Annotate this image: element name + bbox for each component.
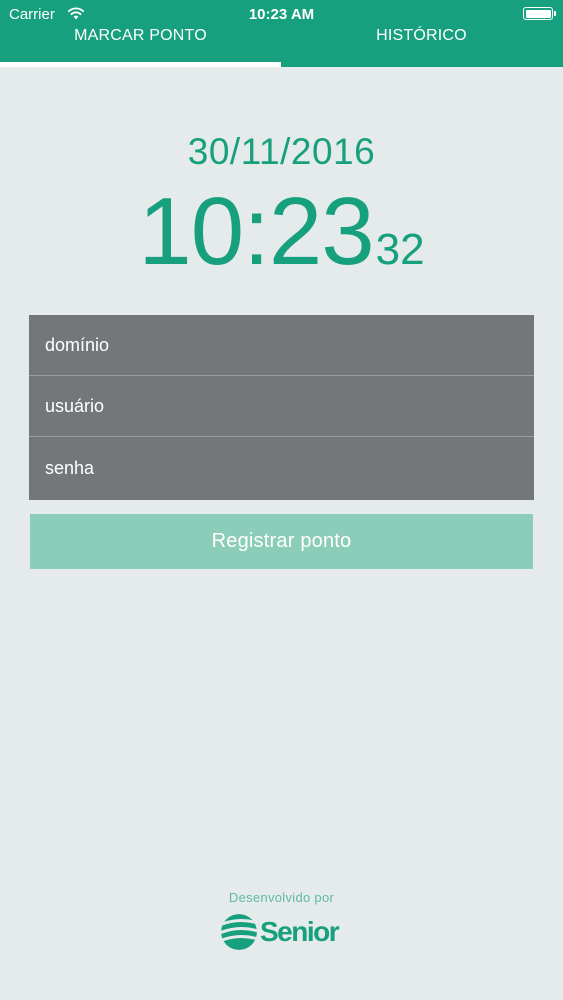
current-date: 30/11/2016 [187, 131, 376, 172]
user-input[interactable] [45, 395, 515, 417]
status-bar: Carrier 10:23 AM [0, 0, 563, 28]
password-input[interactable] [45, 458, 515, 479]
time-seconds: 32 [375, 225, 425, 274]
domain-field-row [29, 315, 534, 376]
domain-input[interactable] [45, 334, 515, 356]
status-time: 10:23 AM [248, 6, 315, 23]
senior-logo-icon [221, 914, 257, 950]
developed-by-label: Desenvolvido por [228, 890, 335, 905]
top-bar: Carrier 10:23 AM MARCAR PONTO HISTÓRICO [0, 0, 563, 67]
tab-marcar-ponto[interactable]: MARCAR PONTO [0, 27, 281, 45]
senior-logo: Senior [219, 912, 340, 952]
password-field-row [29, 437, 534, 500]
current-time: 10:2332 [0, 184, 563, 280]
senior-brand-text: Senior [260, 916, 340, 947]
active-tab-indicator [0, 62, 281, 67]
user-field-row [29, 376, 534, 437]
tab-historico[interactable]: HISTÓRICO [281, 27, 562, 45]
battery-icon [523, 7, 553, 20]
battery-tip [554, 11, 556, 16]
time-hours-minutes: 10:23 [138, 178, 374, 285]
register-ponto-button[interactable]: Registrar ponto [30, 514, 533, 569]
login-form [29, 315, 534, 500]
